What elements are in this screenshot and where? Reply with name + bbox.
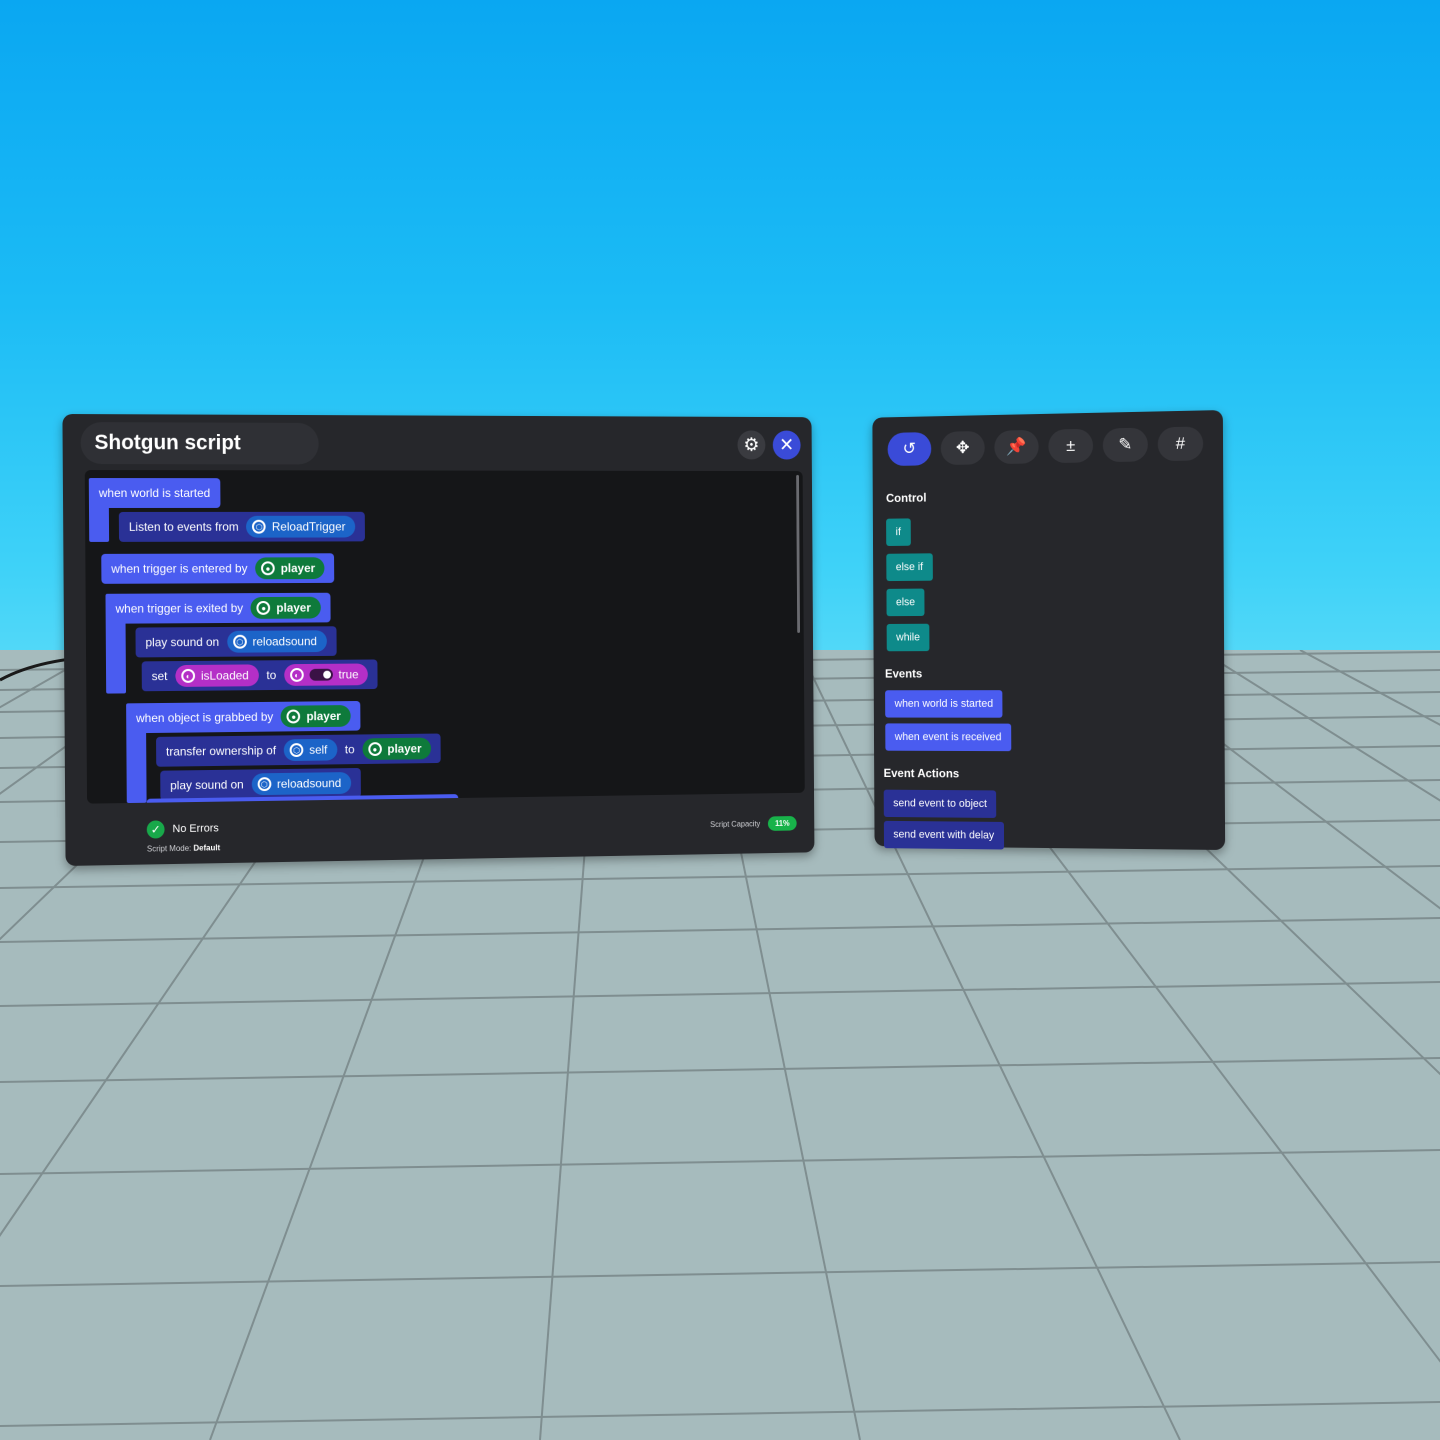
script-title: Shotgun script <box>80 422 319 465</box>
event-block-trigger-entered[interactable]: when trigger is entered by ● player <box>101 553 335 584</box>
event-block-object-grabbed[interactable]: when object is grabbed by ● player <box>126 700 361 734</box>
section-title-control: Control <box>885 490 927 506</box>
block-label: when trigger is entered by <box>111 561 248 576</box>
variable-icon: ◐ <box>289 667 304 682</box>
person-icon: ● <box>261 561 275 576</box>
pill-label: reloadsound <box>252 634 317 649</box>
pill-label: player <box>276 600 311 615</box>
pill-label: player <box>306 709 341 724</box>
move-arrows-icon: ✥ <box>955 438 970 457</box>
script-mode-label: Script Mode: <box>146 843 192 854</box>
tab-control[interactable]: ↺ <box>887 432 932 467</box>
event-block-trigger-exited[interactable]: when trigger is exited by ● player <box>105 592 331 624</box>
block-label: when object is grabbed by <box>136 709 274 726</box>
script-mode-value: Default <box>193 843 221 853</box>
action-block-transfer-ownership[interactable]: transfer ownership of ⬡ self to ● player <box>156 733 441 767</box>
palette-block-world-started[interactable]: when world is started <box>885 690 1003 718</box>
palette-block-if[interactable]: if <box>886 518 911 547</box>
object-cube-icon: ⬡ <box>232 634 247 649</box>
pin-icon: 📌 <box>1006 436 1027 457</box>
capacity-label: Script Capacity <box>710 819 761 830</box>
block-label: transfer ownership of <box>165 743 277 759</box>
edit-icon: ✎ <box>1118 434 1133 454</box>
object-pill[interactable]: ⬡ reloadsound <box>251 772 352 796</box>
player-pill[interactable]: ● player <box>255 557 325 580</box>
script-capacity: Script Capacity 11% <box>710 815 798 832</box>
person-icon: ● <box>286 709 301 724</box>
pill-label: player <box>280 561 316 576</box>
event-block-world-started[interactable]: when world is started <box>88 478 221 508</box>
block-label: play sound on <box>145 634 220 650</box>
section-title-events: Events <box>884 666 923 681</box>
palette-block-else[interactable]: else <box>886 588 925 617</box>
action-block-set-variable[interactable]: set ◐ isLoaded to ◐ true <box>141 659 379 692</box>
status-indicator: ✓ No Errors <box>146 820 219 839</box>
block-label: to <box>266 668 277 683</box>
action-block-play-sound[interactable]: play sound on ⬡ reloadsound <box>135 626 337 658</box>
block-label: set <box>151 669 168 684</box>
toggle-switch[interactable] <box>309 668 333 681</box>
object-pill[interactable]: ⬡ reloadsound <box>226 630 327 653</box>
block-label: Listen to events from <box>128 519 239 534</box>
action-block-listen[interactable]: Listen to events from ⬡ ReloadTrigger <box>118 511 365 542</box>
block-label: when world is started <box>98 486 211 500</box>
status-text: No Errors <box>172 822 219 836</box>
check-icon: ✓ <box>146 820 165 839</box>
script-canvas[interactable]: when world is started Listen to events f… <box>84 470 805 804</box>
block-label: play sound on <box>170 777 244 793</box>
script-mode: Script Mode: Default <box>147 843 220 853</box>
pill-label: ReloadTrigger <box>271 519 346 534</box>
variable-pill[interactable]: ◐ isLoaded <box>175 664 259 687</box>
block-palette-panel: ↺ ✥ 📌 ± ✎ # Control if else if else whil… <box>872 410 1226 851</box>
player-pill[interactable]: ● player <box>250 596 321 619</box>
close-icon: ✕ <box>779 434 795 456</box>
tab-math[interactable]: ± <box>1048 428 1094 464</box>
player-pill[interactable]: ● player <box>280 705 351 728</box>
math-operators-icon: ± <box>1066 435 1076 455</box>
pill-label: self <box>309 742 328 757</box>
palette-block-else-if[interactable]: else if <box>886 553 933 582</box>
control-flow-icon: ↺ <box>902 439 917 458</box>
palette-block-while[interactable]: while <box>886 623 930 652</box>
pill-label: isLoaded <box>200 668 249 683</box>
person-icon: ● <box>368 742 382 757</box>
palette-block-send-event[interactable]: send event to object <box>883 789 997 818</box>
hashtag-icon: # <box>1175 433 1186 453</box>
settings-button[interactable]: ⚙ <box>737 430 766 460</box>
object-cube-icon: ⬡ <box>252 519 267 534</box>
object-pill[interactable]: ⬡ self <box>283 738 338 762</box>
person-icon: ● <box>256 600 271 615</box>
object-pill[interactable]: ⬡ ReloadTrigger <box>246 515 356 538</box>
palette-block-event-received[interactable]: when event is received <box>885 723 1012 752</box>
close-button[interactable]: ✕ <box>772 430 801 460</box>
gear-icon: ⚙ <box>743 434 760 456</box>
pill-label: reloadsound <box>276 776 342 791</box>
palette-block-send-event-delay[interactable]: send event with delay <box>883 820 1004 850</box>
block-label: when trigger is exited by <box>115 601 244 616</box>
section-title-event-actions: Event Actions <box>883 766 960 781</box>
tab-hashtag[interactable]: # <box>1157 426 1204 462</box>
tab-movement[interactable]: ✥ <box>940 430 985 466</box>
tab-pin[interactable]: 📌 <box>994 429 1039 465</box>
object-cube-icon: ⬡ <box>257 777 272 792</box>
script-editor-panel: Shotgun script ⚙ ✕ when world is started… <box>62 413 815 866</box>
variable-icon: ◐ <box>181 668 196 683</box>
pill-label: player <box>387 741 422 756</box>
object-cube-icon: ⬡ <box>289 743 304 758</box>
block-label: to <box>344 742 355 757</box>
capacity-badge: 11% <box>767 815 798 831</box>
player-pill[interactable]: ● player <box>362 737 432 761</box>
boolean-pill[interactable]: ◐ true <box>283 663 369 686</box>
canvas-scrollbar[interactable] <box>796 474 801 633</box>
tab-edit[interactable]: ✎ <box>1102 427 1148 463</box>
pill-label: true <box>338 667 359 682</box>
